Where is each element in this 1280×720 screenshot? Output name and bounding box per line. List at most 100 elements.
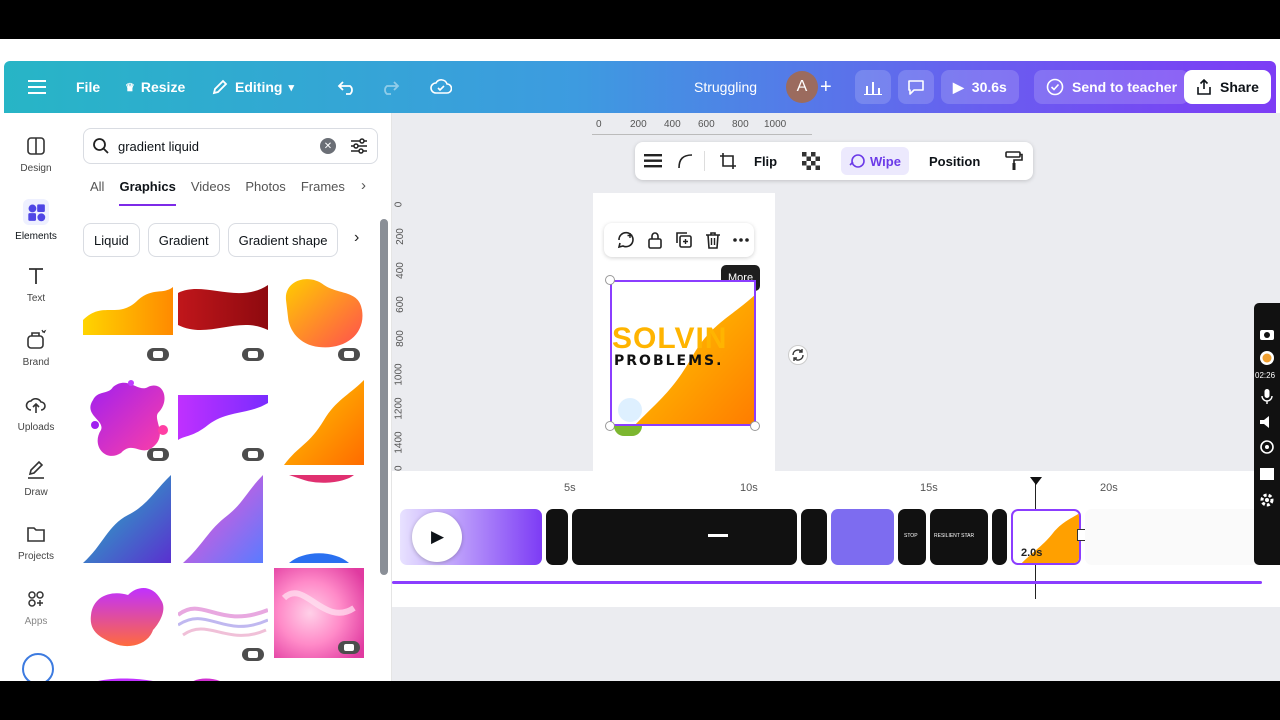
graphic-image [284,380,364,465]
timeline-clip[interactable]: RESILIENT STAR [930,509,988,565]
graphic-white-blue[interactable] [274,475,364,565]
graphic-pink-marble[interactable] [274,568,364,658]
rail-item-projects[interactable]: Projects [4,523,68,562]
timeline-clip[interactable] [546,509,568,565]
window-icon[interactable] [1258,465,1276,483]
duplicate-icon[interactable] [674,230,694,250]
cloud-save-button[interactable] [430,61,452,113]
rail-item-text[interactable]: Text [4,265,68,304]
chip-liquid[interactable]: Liquid [83,223,140,257]
flip-button[interactable]: Flip [754,142,777,180]
tab-graphics[interactable]: Graphics [119,179,176,206]
graphic-partial[interactable] [83,673,173,681]
rail-item-brand[interactable]: Brand [4,329,68,368]
resize-button[interactable]: ♛ Resize [125,61,185,113]
graphic-violet-wave[interactable] [178,475,268,565]
settings-gear-icon[interactable] [1258,491,1276,509]
filter-icon[interactable] [350,138,368,154]
file-menu[interactable]: File [76,61,100,113]
crop-button[interactable] [719,142,737,180]
avatar[interactable]: A [786,71,818,103]
resize-handle[interactable] [750,421,760,431]
ruler-line-top [592,134,812,135]
send-to-teacher-button[interactable]: Send to teacher [1034,70,1190,104]
graphic-red-ribbon[interactable] [178,275,268,365]
rail-item-uploads[interactable]: Uploads [4,394,68,433]
timeline-clip[interactable] [831,509,894,565]
graphic-orange-corner[interactable] [274,375,364,465]
tabs-next-icon[interactable]: › [361,177,366,194]
add-collaborator-button[interactable]: + [820,61,832,113]
project-title[interactable]: Struggling [694,61,757,113]
tab-photos[interactable]: Photos [245,179,285,206]
trash-icon[interactable] [703,230,723,250]
tab-all[interactable]: All [90,179,104,206]
rail-item-design[interactable]: Design [4,135,68,174]
design-subheading: PROBLEMS. [614,353,724,369]
tab-videos[interactable]: Videos [191,179,231,206]
editing-mode-button[interactable]: Editing ▾ [211,61,294,113]
camera-icon[interactable] [1258,325,1276,343]
rotate-handle[interactable] [788,345,808,365]
timeline-clip[interactable] [572,509,797,565]
audio-track[interactable] [392,581,1262,584]
canva-editor: File ♛ Resize Editing ▾ Struggling A + ▶ [0,39,1280,681]
comments-button[interactable] [898,70,934,104]
rail-item-apps[interactable]: Apps [4,588,68,627]
plus-icon: + [820,75,832,98]
bar-chart-icon [864,82,882,95]
speaker-icon[interactable] [1258,413,1276,431]
rail-item-draw[interactable]: Draw [4,459,68,498]
selected-element[interactable]: SOLVIN PROBLEMS. [610,280,756,426]
play-button[interactable]: ▶ 30.6s [941,70,1019,104]
graphic-yellow-wave[interactable] [83,275,173,365]
chip-gradient-shape[interactable]: Gradient shape [227,223,339,257]
playhead-marker-icon[interactable] [1030,477,1042,485]
comment-add-icon[interactable] [616,230,636,250]
resize-handle[interactable] [605,275,615,285]
magic-assistant-icon[interactable] [22,653,54,681]
transparency-button[interactable] [802,142,820,180]
timeline-clip-selected[interactable]: 2.0s [1011,509,1081,565]
corner-rounding-button[interactable] [677,142,693,180]
graphic-teal-wave[interactable] [83,475,173,565]
timeline-clip[interactable] [992,509,1007,565]
video-timeline: 5s 10s 15s 20s ▶ STOP RESILIENT STAR 2.0… [392,471,1280,607]
timeline-clip[interactable]: STOP [898,509,926,565]
graphic-purple-wave[interactable] [178,375,268,465]
graphic-pink-splash[interactable] [83,375,173,465]
clear-search-icon[interactable]: ✕ [320,138,336,154]
search-icon [93,138,109,154]
share-button[interactable]: Share [1184,70,1271,104]
check-circle-icon [1046,78,1064,96]
more-icon[interactable] [731,230,751,250]
rail-item-elements[interactable]: Elements [4,199,68,242]
chip-gradient[interactable]: Gradient [147,223,220,257]
timeline-play-button[interactable]: ▶ [412,512,462,562]
graphic-image [83,287,173,335]
lock-icon[interactable] [645,230,665,250]
graphic-silk-ribbons[interactable] [176,575,269,665]
graphic-partial[interactable] [178,673,268,681]
folder-icon [27,527,45,542]
redo-button[interactable] [380,61,400,113]
graphic-fish-blob[interactable] [83,575,173,665]
chips-next-icon[interactable]: › [354,229,359,247]
tab-frames[interactable]: Frames [301,179,345,206]
insights-button[interactable] [855,70,891,104]
microphone-icon[interactable] [1258,387,1276,405]
align-button[interactable] [644,142,662,180]
pro-badge-icon [242,348,264,361]
graphic-orange-blob[interactable] [274,275,364,365]
undo-button[interactable] [337,61,357,113]
record-icon[interactable] [1258,349,1276,367]
panel-scrollbar[interactable] [380,219,388,575]
copy-style-button[interactable] [1005,142,1023,180]
position-button[interactable]: Position [929,142,980,180]
webcam-icon[interactable] [1258,439,1276,457]
wipe-animation-button[interactable]: Wipe [841,147,909,175]
search-input[interactable]: gradient liquid [118,139,320,154]
timeline-clip[interactable] [1085,509,1265,565]
timeline-clip[interactable] [801,509,827,565]
menu-button[interactable] [28,61,46,113]
